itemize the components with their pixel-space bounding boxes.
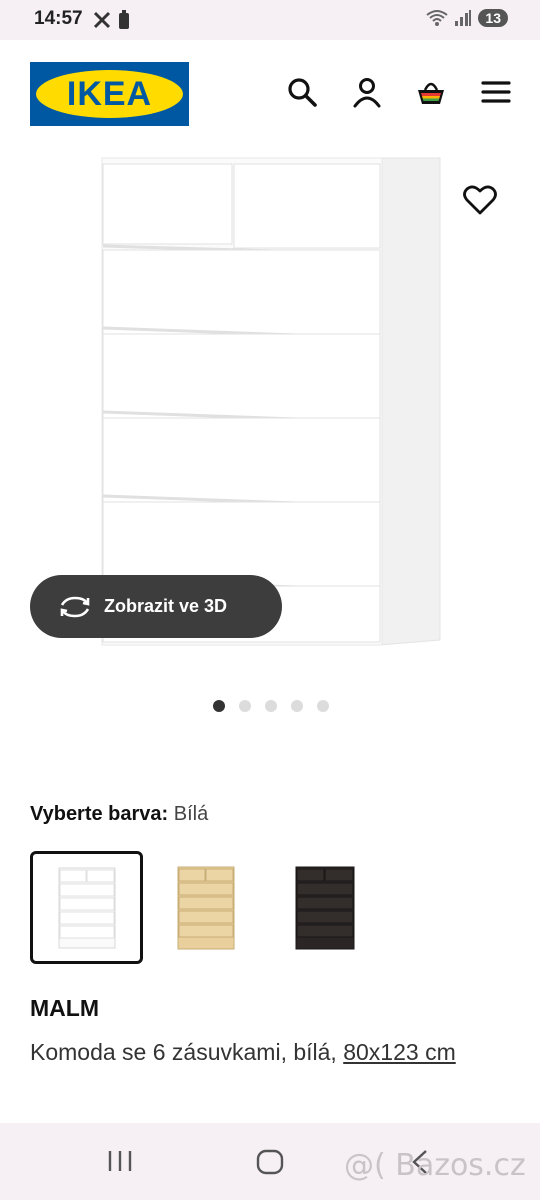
view-3d-button[interactable]: Zobrazit ve 3D: [30, 575, 282, 638]
gallery-pagination: [213, 700, 329, 712]
home-icon[interactable]: [256, 1149, 284, 1175]
battery-saver-icon: [119, 10, 129, 29]
cart-icon[interactable]: [414, 76, 448, 108]
logo-text: IKEA: [66, 75, 153, 113]
gallery-dot[interactable]: [291, 700, 303, 712]
wishlist-heart-icon[interactable]: [462, 182, 498, 218]
color-select-label: Vyberte barva: Bílá: [30, 803, 208, 826]
status-time: 14:57: [34, 8, 83, 29]
site-header: IKEA: [0, 40, 540, 150]
menu-icon[interactable]: [480, 76, 512, 108]
rotate-3d-icon: [60, 596, 90, 617]
search-icon[interactable]: [286, 76, 318, 108]
color-label-text: Vyberte barva:: [30, 803, 169, 825]
gallery-dot[interactable]: [317, 700, 329, 712]
recent-apps-icon[interactable]: [106, 1149, 134, 1173]
notification-badge: 13: [478, 9, 508, 27]
white-dresser-thumbnail: [58, 867, 116, 949]
product-description: Komoda se 6 zásuvkami, bílá, 80x123 cm: [30, 1033, 510, 1071]
status-right: 13: [426, 9, 508, 27]
gallery-dot[interactable]: [239, 700, 251, 712]
black-dresser-thumbnail: [295, 866, 355, 950]
view-3d-label: Zobrazit ve 3D: [104, 596, 228, 616]
gallery-dot[interactable]: [213, 700, 225, 712]
product-dimensions-link[interactable]: 80x123 cm: [343, 1039, 456, 1065]
color-swatch-white[interactable]: [30, 851, 143, 964]
product-description-text: Komoda se 6 zásuvkami, bílá,: [30, 1039, 337, 1065]
gallery-dot[interactable]: [265, 700, 277, 712]
account-icon[interactable]: [351, 76, 383, 108]
oak-dresser-thumbnail: [177, 866, 235, 950]
color-selected-value: Bílá: [173, 803, 209, 825]
status-notification-icons: [92, 10, 130, 30]
product-name: MALM: [30, 995, 99, 1021]
ikea-logo[interactable]: IKEA: [30, 62, 189, 126]
wifi-icon: [426, 10, 449, 26]
color-swatch-black-brown[interactable]: [270, 851, 383, 964]
status-bar: 14:57 13: [0, 0, 540, 40]
color-swatch-oak[interactable]: [150, 851, 263, 964]
watermark: @( Bazos.cz: [344, 1148, 526, 1183]
tools-icon: [93, 11, 111, 29]
signal-icon: [455, 10, 472, 26]
